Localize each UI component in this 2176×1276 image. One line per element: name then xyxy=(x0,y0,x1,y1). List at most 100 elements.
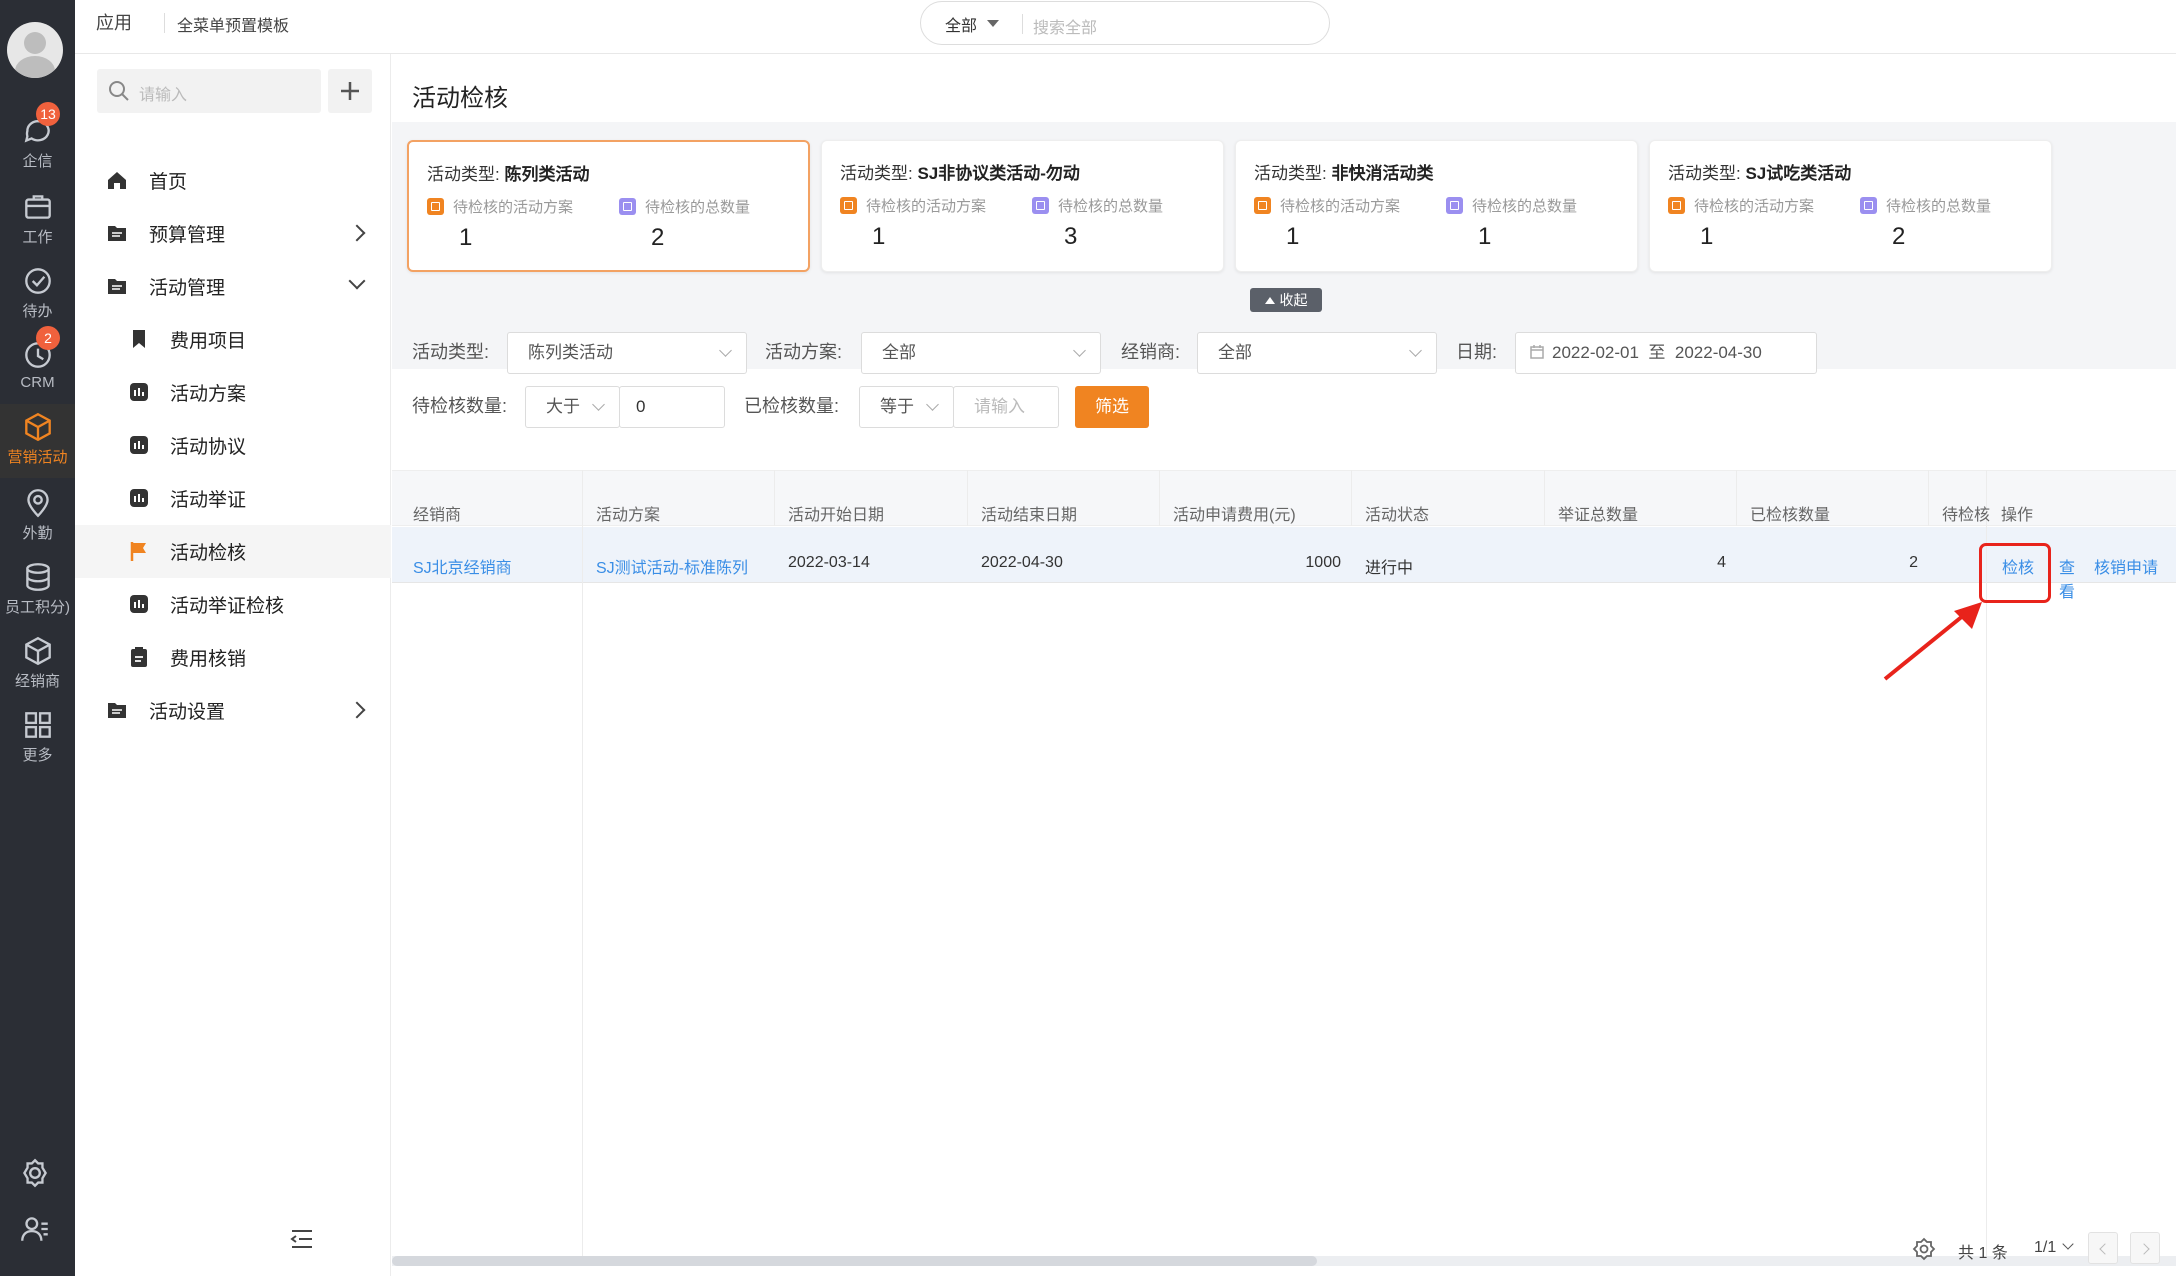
nav-item-label: 员工积分) xyxy=(5,599,70,616)
card-value: 1 xyxy=(872,223,886,250)
menu-item-fee-writeoff[interactable]: 费用核销 xyxy=(75,631,391,684)
menu-item-settings[interactable]: 活动设置 xyxy=(75,684,391,737)
highlight-box xyxy=(1979,543,2051,603)
chevron-down-icon xyxy=(1409,344,1422,357)
menu-item-proof[interactable]: 活动举证 xyxy=(75,472,391,525)
nav-item-dealer[interactable]: 经销商 xyxy=(0,628,75,698)
plan-link[interactable]: SJ测试活动-标准陈列 xyxy=(596,554,748,578)
writeoff-action-link[interactable]: 核销申请 xyxy=(2094,554,2158,578)
card-label: 待检核的活动方案 xyxy=(840,195,986,216)
edit-icon xyxy=(1446,197,1463,214)
scrollbar-thumb[interactable] xyxy=(392,1256,1317,1266)
checked-operator-select[interactable]: 等于 xyxy=(859,386,954,428)
filter-label: 已检核数量: xyxy=(744,396,840,416)
divider xyxy=(1022,14,1023,34)
card-title: 活动类型: SJ试吃类活动 xyxy=(1668,164,1852,183)
user-profile-icon[interactable] xyxy=(18,1212,52,1246)
column-header: 待检核 xyxy=(1942,507,1991,524)
app-nav-bar: 13 企信 工作 待办 2 CRM 营销活动 外勤 员工积分) 经销商 更多 xyxy=(0,0,75,1276)
search-scope-select[interactable]: 全部 xyxy=(945,12,977,36)
view-action-link[interactable]: 查看 xyxy=(2047,554,2075,602)
pending-operator-select[interactable]: 大于 xyxy=(525,386,620,428)
box-icon xyxy=(24,636,51,666)
add-button[interactable] xyxy=(328,69,372,113)
filter-button[interactable]: 筛选 xyxy=(1075,386,1149,428)
menu-item-activity-mgmt[interactable]: 活动管理 xyxy=(75,260,391,313)
nav-item-label: 更多 xyxy=(22,747,53,764)
menu-search-input[interactable]: 请输入 xyxy=(97,69,321,113)
prev-page-button[interactable] xyxy=(2088,1232,2118,1264)
card-title: 活动类型: 陈列类活动 xyxy=(427,165,590,184)
column-header: 活动方案 xyxy=(596,507,661,524)
nav-item-marketing[interactable]: 营销活动 xyxy=(0,404,75,478)
menu-item-budget[interactable]: 预算管理 xyxy=(75,207,391,260)
collapse-menu-icon[interactable] xyxy=(289,1228,315,1250)
column-divider xyxy=(1928,470,1929,526)
summary-card[interactable]: 活动类型: SJ非协议类活动-勿动 待检核的活动方案 待检核的总数量 1 3 xyxy=(821,140,1224,272)
end-date-cell: 2022-04-30 xyxy=(981,554,1063,571)
search-input[interactable]: 搜索全部 xyxy=(1033,14,1097,38)
next-page-button[interactable] xyxy=(2130,1232,2160,1264)
checked-count-input[interactable]: 请输入 xyxy=(953,386,1059,428)
nav-item-label: 外勤 xyxy=(22,525,53,542)
menu-item-label: 费用项目 xyxy=(170,331,247,352)
annotation-arrow xyxy=(1883,602,1982,681)
card-label: 待检核的总数量 xyxy=(1032,195,1163,216)
proof-total-cell: 4 xyxy=(1717,554,1726,571)
date-range-picker[interactable]: 2022-02-01 至 2022-04-30 xyxy=(1515,332,1817,374)
page-select[interactable]: 1/1 xyxy=(2034,1239,2056,1257)
nav-item-qixin[interactable]: 13 企信 xyxy=(0,102,75,178)
chevron-right-icon xyxy=(348,701,366,719)
nav-badge: 2 xyxy=(36,326,60,350)
app-link[interactable]: 应用 xyxy=(96,9,132,35)
folder-icon xyxy=(108,703,126,718)
dealer-select[interactable]: 全部 xyxy=(1197,332,1437,374)
global-search[interactable]: 全部 搜索全部 xyxy=(920,1,1330,45)
start-date-cell: 2022-03-14 xyxy=(788,554,870,571)
dealer-link[interactable]: SJ北京经销商 xyxy=(413,554,512,578)
user-avatar[interactable] xyxy=(7,22,63,78)
collapse-button[interactable]: 收起 xyxy=(1250,288,1322,312)
activity-plan-select[interactable]: 全部 xyxy=(861,332,1101,374)
horizontal-scrollbar[interactable] xyxy=(392,1256,2176,1266)
menu-item-plans[interactable]: 活动方案 xyxy=(75,366,391,419)
column-divider xyxy=(1544,470,1545,526)
nav-item-points[interactable]: 员工积分) xyxy=(0,554,75,624)
menu-item-label: 活动举证 xyxy=(170,490,247,511)
menu-item-proof-check[interactable]: 活动举证检核 xyxy=(75,578,391,631)
column-divider xyxy=(967,470,968,526)
summary-card[interactable]: 活动类型: SJ试吃类活动 待检核的活动方案 待检核的总数量 1 2 xyxy=(1649,140,2052,272)
menu-item-agreements[interactable]: 活动协议 xyxy=(75,419,391,472)
menu-item-label: 活动举证检核 xyxy=(170,596,285,617)
nav-item-work[interactable]: 工作 xyxy=(0,184,75,254)
nav-badge: 13 xyxy=(36,102,60,126)
pending-count-input[interactable]: 0 xyxy=(619,386,725,428)
chevron-down-icon xyxy=(1073,344,1086,357)
summary-card[interactable]: 活动类型: 陈列类活动 待检核的活动方案 待检核的总数量 1 2 xyxy=(407,140,810,272)
divider xyxy=(164,13,165,33)
template-name: 全菜单预置模板 xyxy=(177,18,290,35)
menu-item-label: 活动管理 xyxy=(149,278,226,299)
menu-item-home[interactable]: 首页 xyxy=(75,154,391,207)
column-divider xyxy=(582,470,583,1256)
menu-item-fee-items[interactable]: 费用项目 xyxy=(75,313,391,366)
nav-item-crm[interactable]: 2 CRM xyxy=(0,326,75,402)
nav-item-field[interactable]: 外勤 xyxy=(0,480,75,550)
edit-icon xyxy=(619,198,636,215)
nav-item-more[interactable]: 更多 xyxy=(0,702,75,772)
card-value: 3 xyxy=(1064,223,1078,250)
column-header: 活动状态 xyxy=(1365,507,1430,524)
column-header: 操作 xyxy=(2001,507,2034,524)
settings-icon[interactable] xyxy=(18,1156,52,1190)
nav-item-todo[interactable]: 待办 xyxy=(0,258,75,328)
top-bar: 应用 全菜单预置模板 全部 搜索全部 xyxy=(75,0,2176,54)
settings-icon[interactable] xyxy=(1912,1237,1936,1261)
menu-item-activity-check[interactable]: 活动检核 xyxy=(75,525,391,578)
edit-icon xyxy=(1860,197,1877,214)
card-label: 待检核的总数量 xyxy=(619,196,750,217)
chevron-right-icon xyxy=(348,224,366,242)
summary-card[interactable]: 活动类型: 非快消活动类 待检核的活动方案 待检核的总数量 1 1 xyxy=(1235,140,1638,272)
column-header: 举证总数量 xyxy=(1558,507,1639,524)
menu-item-label: 预算管理 xyxy=(149,225,226,246)
activity-type-select[interactable]: 陈列类活动 xyxy=(507,332,747,374)
